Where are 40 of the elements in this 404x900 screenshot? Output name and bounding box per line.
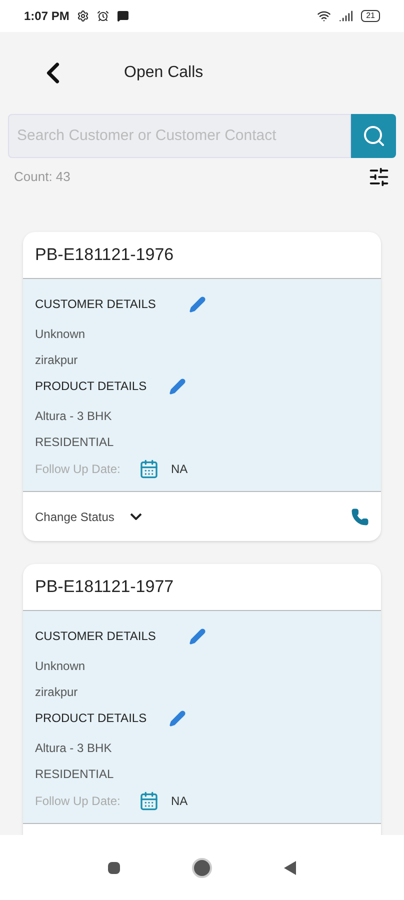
calendar-icon[interactable]: [139, 791, 159, 811]
gear-icon: [77, 10, 90, 22]
edit-icon[interactable]: [169, 710, 186, 726]
back-button[interactable]: [284, 860, 296, 874]
section-heading: PRODUCT DETAILS: [35, 710, 148, 727]
search-button[interactable]: [351, 114, 396, 158]
product-type: RESIDENTIAL: [35, 434, 115, 451]
wifi-icon: [317, 9, 332, 23]
section-heading: PRODUCT DETAILS: [35, 378, 148, 395]
product-type: RESIDENTIAL: [35, 766, 115, 783]
recents-button[interactable]: [108, 862, 120, 874]
customer-name: Unknown: [35, 658, 86, 675]
message-icon: [117, 10, 130, 22]
follow-up-label: Follow Up Date:: [35, 461, 122, 478]
product-name: Altura - 3 BHK: [35, 740, 113, 757]
caret-icon: [130, 513, 142, 520]
follow-up-value: NA: [171, 793, 188, 810]
edit-icon[interactable]: [169, 378, 186, 394]
product-name: Altura - 3 BHK: [35, 408, 113, 425]
alarm-icon: [97, 10, 110, 22]
customer-city: zirakpur: [35, 684, 79, 701]
edit-icon[interactable]: [189, 628, 206, 644]
phone-icon[interactable]: [351, 508, 369, 526]
page-title: Open Calls: [124, 63, 204, 83]
signal-icon: [339, 9, 354, 23]
change-status-dropdown[interactable]: Change Status: [35, 508, 142, 526]
battery-icon: 21: [361, 10, 380, 22]
count-label: Count: 43: [14, 168, 70, 186]
customer-name: Unknown: [35, 326, 86, 343]
follow-up-value: NA: [171, 461, 188, 478]
filter-icon[interactable]: [368, 166, 390, 188]
home-button[interactable]: [192, 858, 212, 878]
customer-city: zirakpur: [35, 352, 79, 369]
calendar-icon[interactable]: [139, 459, 159, 479]
search-icon: [362, 124, 386, 148]
section-heading: CUSTOMER DETAILS: [35, 296, 157, 313]
edit-icon[interactable]: [189, 296, 206, 312]
status-time: 1:07 PM: [24, 8, 70, 25]
section-heading: CUSTOMER DETAILS: [35, 628, 157, 645]
follow-up-label: Follow Up Date:: [35, 793, 122, 810]
